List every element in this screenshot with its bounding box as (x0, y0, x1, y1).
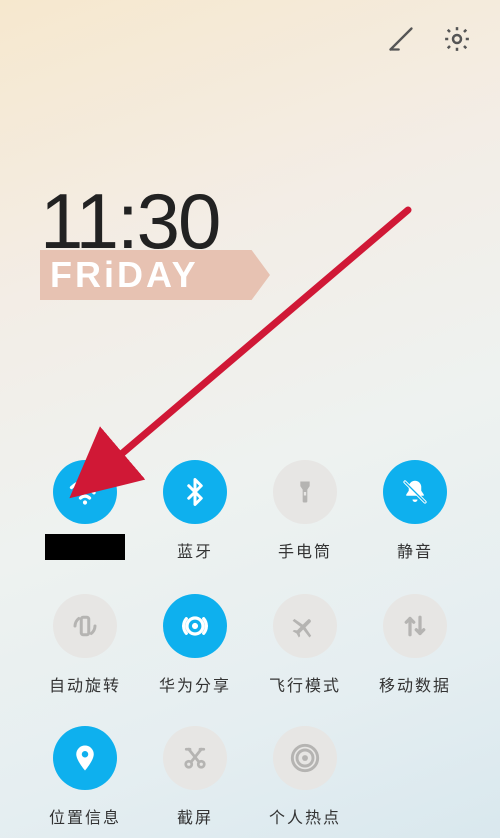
tile-label: 位置信息 (49, 804, 121, 824)
location-pin-icon (53, 726, 117, 790)
tile-label: 截屏 (177, 804, 213, 824)
tile-label: 华为分享 (159, 672, 231, 692)
tile-mute[interactable]: 静音 (360, 460, 470, 560)
top-action-bar (0, 0, 500, 78)
tile-label: 个人热点 (269, 804, 341, 824)
day-label: FRiDAY (40, 250, 270, 300)
tile-label: 移动数据 (379, 672, 451, 692)
tile-bluetooth[interactable]: 蓝牙 (140, 460, 250, 560)
hotspot-icon (273, 726, 337, 790)
tile-location[interactable]: 位置信息 (30, 726, 140, 824)
bell-off-icon (383, 460, 447, 524)
tile-label: 自动旋转 (49, 672, 121, 692)
rotate-icon (53, 594, 117, 658)
tile-label: 飞行模式 (269, 672, 341, 692)
tile-mobiledata[interactable]: 移动数据 (360, 594, 470, 692)
quick-settings-grid: 蓝牙 手电筒 静音 (0, 460, 500, 824)
airplane-icon (273, 594, 337, 658)
tile-label: 静音 (397, 538, 433, 558)
tile-hwshare[interactable]: 华为分享 (140, 594, 250, 692)
tile-flashlight[interactable]: 手电筒 (250, 460, 360, 560)
bluetooth-icon (163, 460, 227, 524)
tile-hotspot[interactable]: 个人热点 (250, 726, 360, 824)
edit-icon[interactable] (386, 24, 416, 54)
tile-label (45, 534, 125, 560)
tile-autorotate[interactable]: 自动旋转 (30, 594, 140, 692)
tile-label: 手电筒 (278, 538, 332, 558)
flashlight-icon (273, 460, 337, 524)
wifi-icon (53, 460, 117, 524)
tile-wifi[interactable] (30, 460, 140, 560)
tile-airplane[interactable]: 飞行模式 (250, 594, 360, 692)
notification-panel: 11:30 FRiDAY 蓝牙 (0, 0, 500, 838)
data-arrows-icon (383, 594, 447, 658)
share-icon (163, 594, 227, 658)
tile-screenshot[interactable]: 截屏 (140, 726, 250, 824)
scissors-icon (163, 726, 227, 790)
tile-label: 蓝牙 (177, 538, 213, 558)
gear-icon[interactable] (442, 24, 472, 54)
